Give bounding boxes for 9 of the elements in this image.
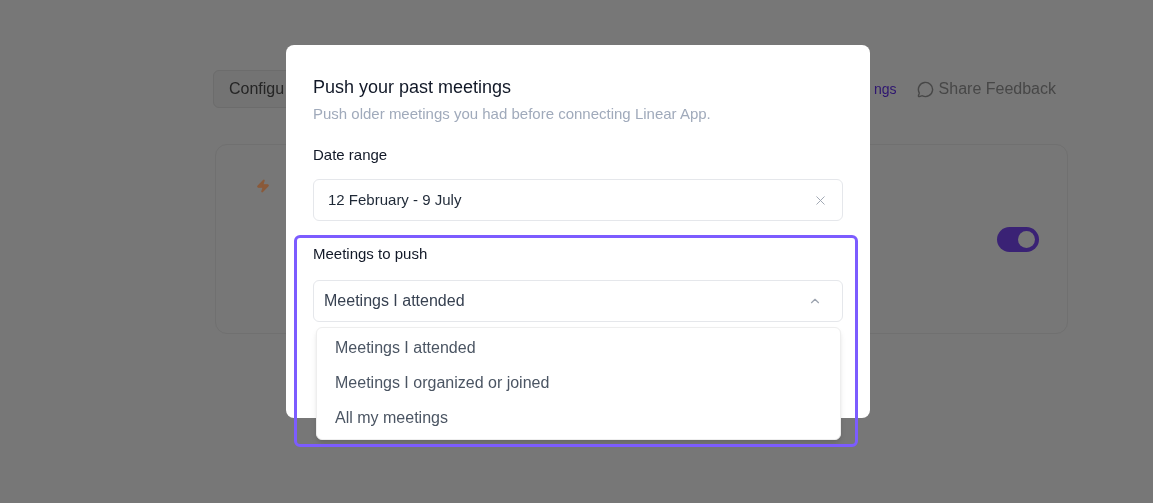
toggle-switch[interactable] (997, 227, 1039, 252)
dropdown-option[interactable]: Meetings I organized or joined (317, 365, 840, 401)
dropdown-option[interactable]: All my meetings (317, 400, 840, 436)
bolt-icon (256, 179, 270, 193)
chat-bubble-icon (916, 80, 934, 98)
field-label: Meetings to push (313, 244, 429, 264)
dropdown-option[interactable]: Meetings I attended (317, 330, 840, 366)
date-range-field[interactable]: 12 February - 9 July (313, 179, 843, 221)
field-label: Date range (313, 144, 389, 165)
